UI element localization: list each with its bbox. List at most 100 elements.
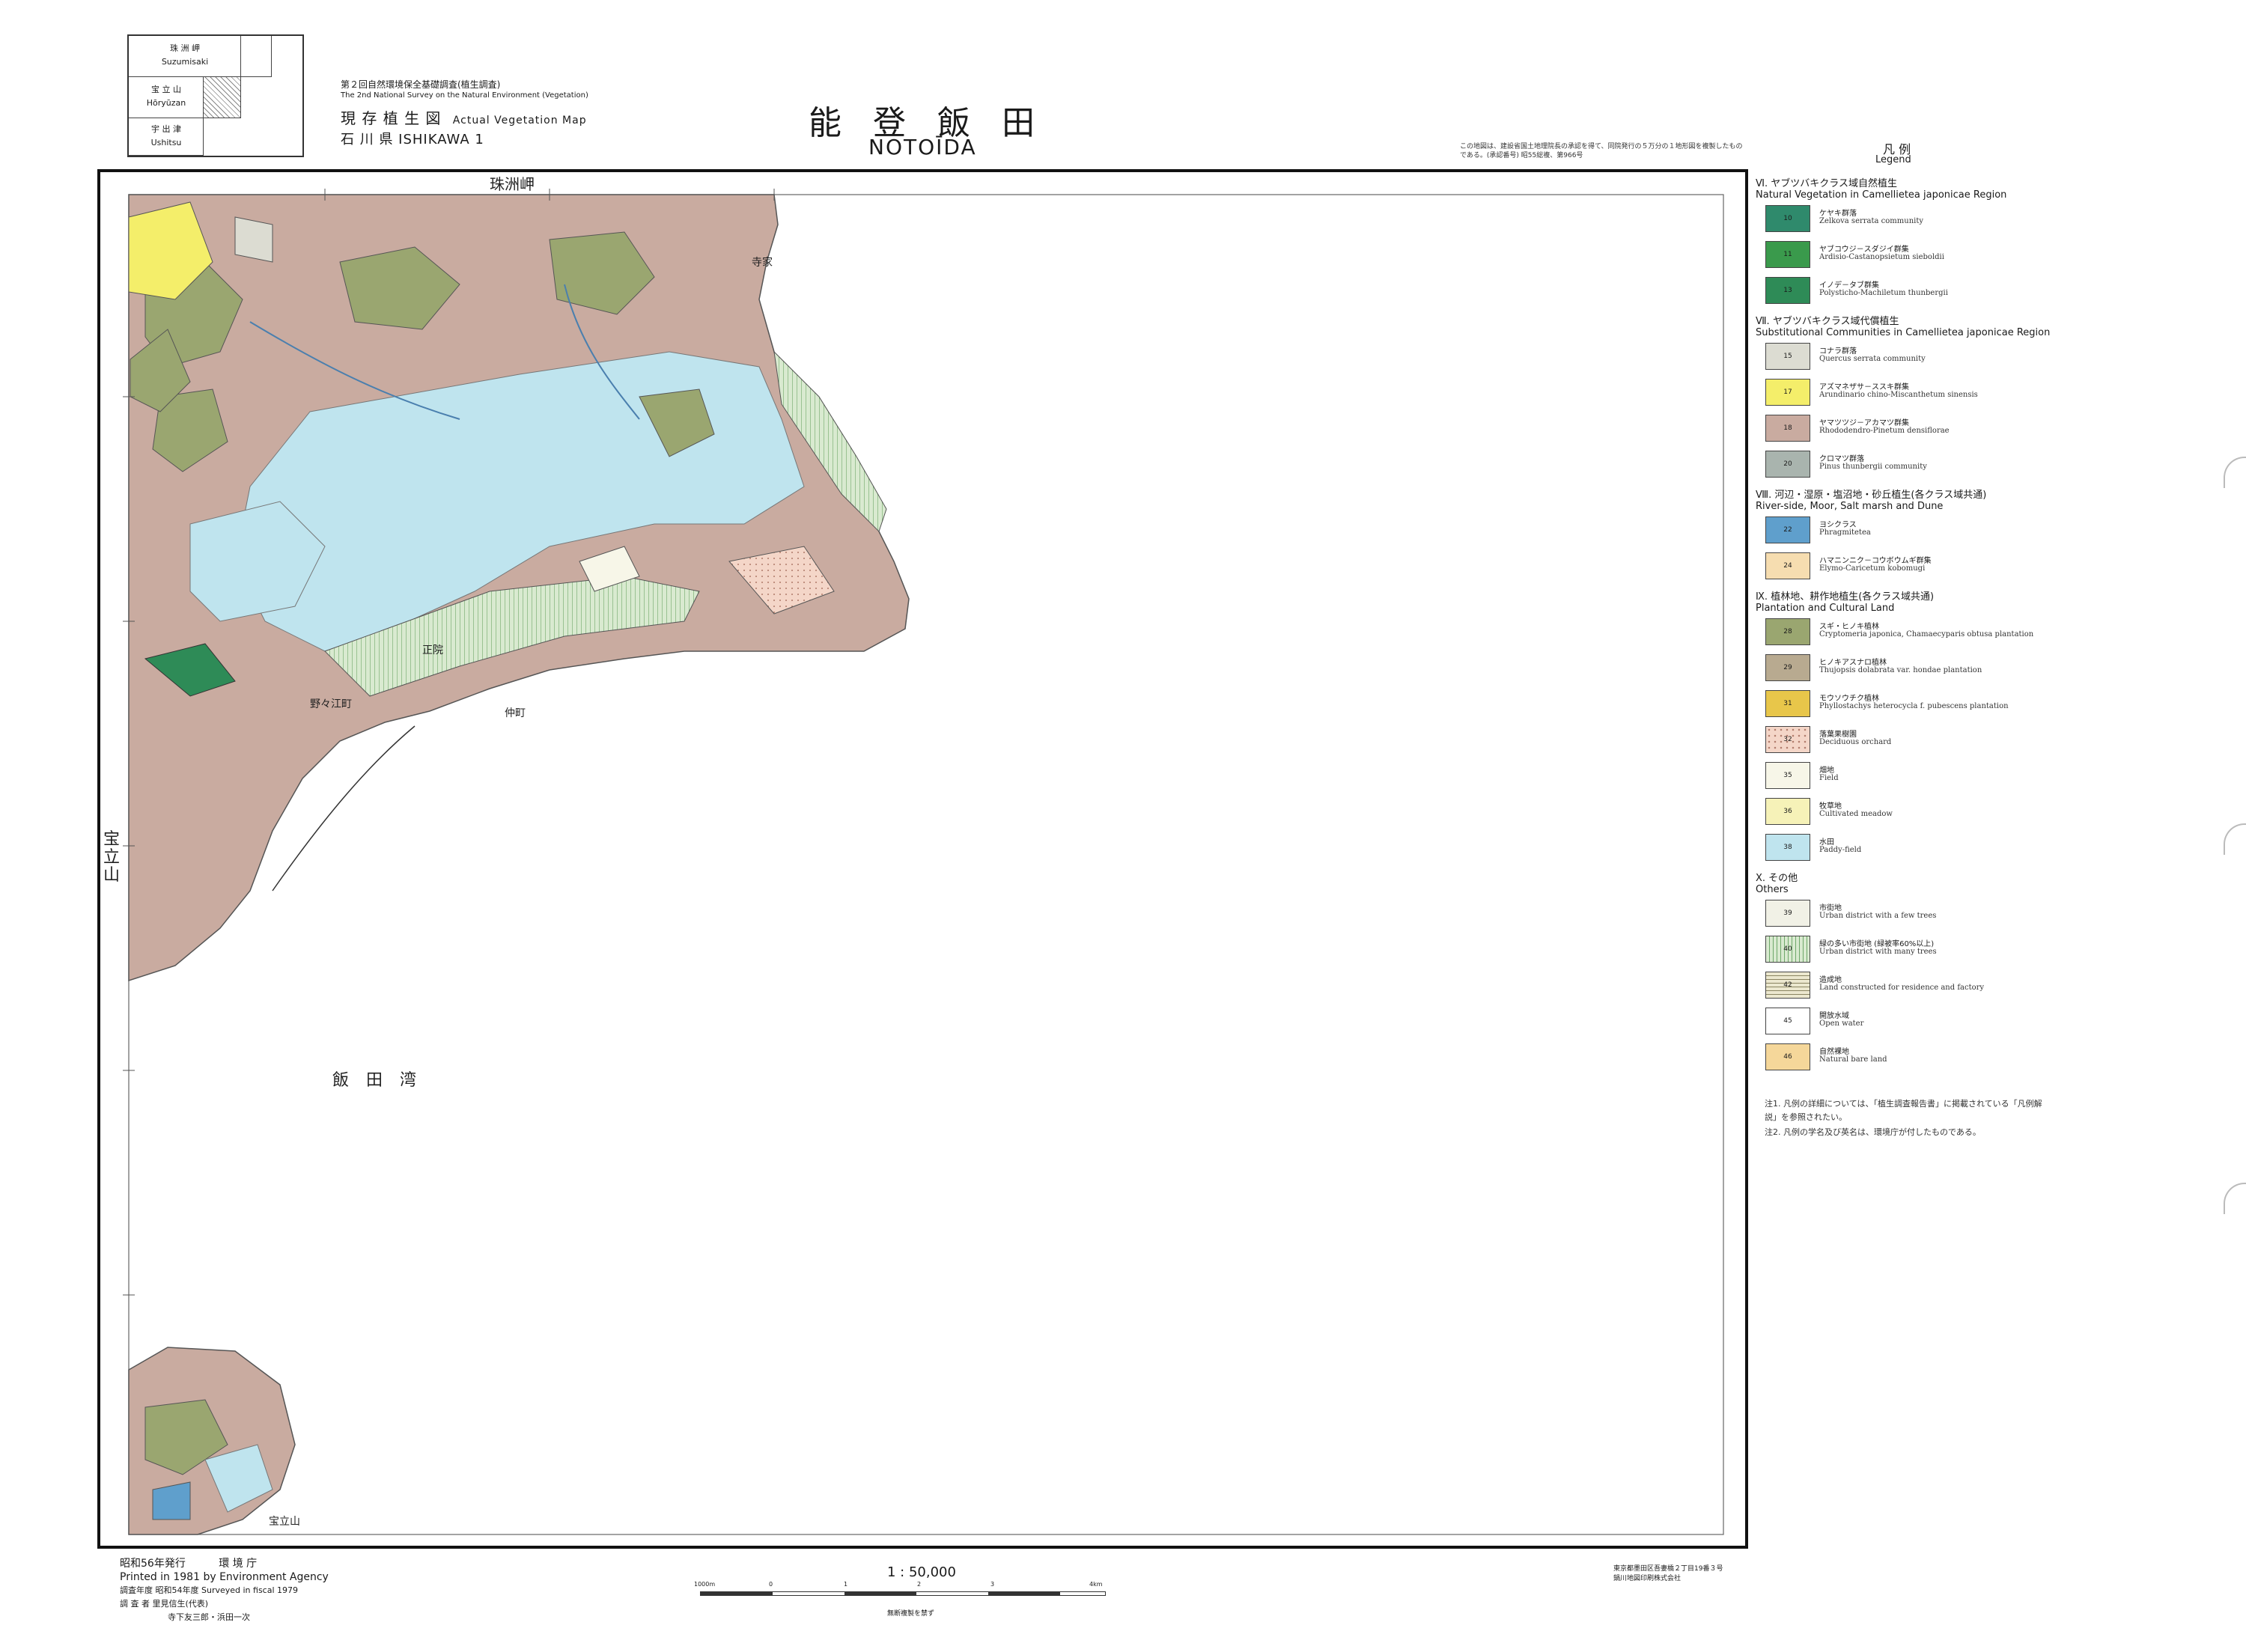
legend-item-en: Field [1819,774,1839,782]
legend-item-ja: モウソウチク植林 [1819,695,1879,703]
copy-note: 無断複製を禁ず [887,1610,935,1618]
legend-section-ja: Ⅹ. その他 [1756,873,1798,884]
legend-item-ja: ヒノキアスナロ植林 [1819,659,1887,667]
legend-swatch: 31 [1765,690,1810,717]
printer-address: 東京都墨田区吾妻橋２丁目19番３号 [1613,1565,1723,1573]
sheet-title-en: NOTOĪDA [868,135,977,159]
surveyors-2: 寺下友三郎・浜田一次 [168,1612,250,1622]
scale-tick: 0 [769,1581,773,1588]
legend-item-en: Rhododendro-Pinetum densiflorae [1819,427,1950,435]
legend-item-en: Thujopsis dolabrata var. hondae plantati… [1819,666,1982,674]
legend-item-en: Ardisio-Castanopsietum sieboldii [1819,253,1944,261]
legend-item-en: Elymo-Caricetum kobomugi [1819,564,1926,573]
legend-swatch: 17 [1765,379,1810,406]
surveyors: 調 査 者 里見信生(代表) [120,1599,209,1609]
legend-swatch: 46 [1765,1043,1810,1070]
index-grid: 珠 洲 岬 Suzumisaki 宝 立 山 Hōryūzan 宇 出 津 Us… [127,34,304,157]
map-label-town: 仲町 [505,707,526,719]
legend-swatch: 39 [1765,900,1810,927]
oak-patch [234,216,273,263]
legend-swatch: 10 [1765,205,1810,232]
index-cell [241,36,272,77]
prefecture-label: 石 川 県 ISHIKAWA 1 [341,132,484,147]
legend-section-en: Natural Vegetation in Camellietea japoni… [1756,189,2007,201]
map-type-en: Actual Vegetation Map [452,115,587,127]
legend-item-en: Paddy-field [1819,846,1862,854]
map-label-town: 寺家 [752,257,773,269]
legend-item-ja: ケヤキ群落 [1819,210,1857,218]
legend-item-ja: 緑の多い市街地 (緑被率60%以上) [1819,940,1935,948]
legend-item-ja: ヤブコウジ－スダジイ群集 [1819,246,1909,254]
index-cell-west: 宝 立 山 Hōryūzan [129,77,204,118]
legend-swatch: 35 [1765,762,1810,789]
legend-item-ja: 市街地 [1819,904,1842,912]
legend-note: 注1. 凡例の詳細については、「植生調査報告書」に掲載されている「凡例解説」を参… [1765,1099,2042,1122]
legend-item-ja: 水田 [1819,838,1834,847]
legend-swatch: 20 [1765,451,1810,478]
scale-tick: 1 [844,1581,848,1588]
footer-credits: 昭和56年発行 環 境 庁 Printed in 1981 by Environ… [120,1557,329,1624]
scale-ratio: 1 : 50,000 [887,1564,956,1580]
legend-item-ja: ハマニンニク－コウボウムギ群集 [1819,557,1932,565]
index-label-ja: 宇 出 津 [151,124,181,134]
legend-item-en: Cultivated meadow [1819,810,1893,818]
legend-item-en: Urban district with a few trees [1819,912,1937,920]
map-label-town: 宝立山 [269,1516,300,1528]
issued-line: 昭和56年発行 環 境 庁 [120,1557,329,1570]
legend-item-en: Natural bare land [1819,1055,1887,1064]
legend-section-en: Substitutional Communities in Camelliete… [1756,327,2051,338]
legend-swatch: 45 [1765,1008,1810,1034]
scale-bar-graphic [700,1591,1106,1596]
legend-item-en: Open water [1819,1019,1864,1028]
printed-en: Printed in 1981 by Environment Agency [120,1571,329,1583]
legend-item-en: Pinus thunbergii community [1819,463,1927,471]
legend-item-ja: スギ・ヒノキ植林 [1819,623,1879,631]
legend-section-ja: Ⅵ. ヤブツバキクラス域自然植生 [1756,178,1897,189]
legend-swatch: 36 [1765,798,1810,825]
legend-swatch: 24 [1765,552,1810,579]
legend-item-en: Quercus serrata community [1819,355,1926,363]
legend-item-en: Zelkova serrata community [1819,217,1923,225]
legend-swatch: 18 [1765,415,1810,442]
legend-item-ja: 開放水域 [1819,1012,1849,1020]
vegetation-map: 珠洲岬 宝立山 飯 田 湾 野々江町 仲町 正院 寺家 宝立山 [97,169,1748,1549]
binder-hole [2224,823,2246,855]
scale-tick: 1000m [694,1581,716,1588]
legend-swatch: 32 [1765,726,1810,753]
legend-swatch: 13 [1765,277,1810,304]
legend-swatch: 22 [1765,516,1810,543]
legend-section-header: Ⅵ. ヤブツバキクラス域自然植生 Natural Vegetation in Ca… [1756,178,2006,201]
map-type: 現 存 植 生 図 Actual Vegetation Map [341,106,587,128]
legend-item-en: Phyllostachys heterocycla f. pubescens p… [1819,702,2009,710]
index-label-ja: 宝 立 山 [151,85,181,94]
legend-swatch: 42 [1765,972,1810,999]
legend-swatch: 15 [1765,343,1810,370]
legend-item-ja: 牧草地 [1819,802,1842,811]
scale-bar: 1000m 0 1 2 3 4km [694,1581,1106,1606]
printer-name: 鍋川地図印刷株式会社 [1613,1575,1682,1582]
index-label-en: Suzumisaki [161,57,209,67]
legend-swatch: 40 [1765,936,1810,963]
binder-hole [2224,1183,2246,1214]
legend-item-ja: 造成地 [1819,976,1842,984]
legend-title-en: Legend [1875,154,1911,165]
legend-item-en: Polysticho-Machiletum thunbergii [1819,289,1948,297]
legend-section-header: Ⅹ. その他 Others [1756,873,1798,895]
legend-swatch: 29 [1765,654,1810,681]
legend-swatch: 11 [1765,241,1810,268]
index-label-ja: 珠 洲 岬 [170,43,200,53]
survey-title-ja: 第２回自然環境保全基礎調査(植生調査) [341,79,501,90]
scale-tick: 3 [990,1581,995,1588]
map-canvas [123,189,1724,1535]
printer-info: 東京都墨田区吾妻橋２丁目19番３号 鍋川地図印刷株式会社 [1613,1564,1723,1584]
issued-ja: 昭和56年発行 [120,1558,186,1570]
approval-note: この地図は、建設省国土地理院長の承認を得て、同院発行の５万分の１地形図を複製した… [1460,143,1743,159]
legend-item-en: Arundinario chino-Miscanthetum sinensis [1819,391,1978,399]
legend-section-header: Ⅷ. 河辺・湿原・塩沼地・砂丘植生(各クラス域共通) River-side, Mo… [1756,490,1986,512]
agency-ja: 環 境 庁 [219,1558,258,1570]
map-label-top: 珠洲岬 [490,175,535,193]
legend-item-ja: ヨシクラス [1819,521,1857,529]
map-label-town: 正院 [422,644,443,656]
map-type-ja: 現 存 植 生 図 [341,109,442,127]
scale-tick: 4km [1089,1581,1103,1588]
